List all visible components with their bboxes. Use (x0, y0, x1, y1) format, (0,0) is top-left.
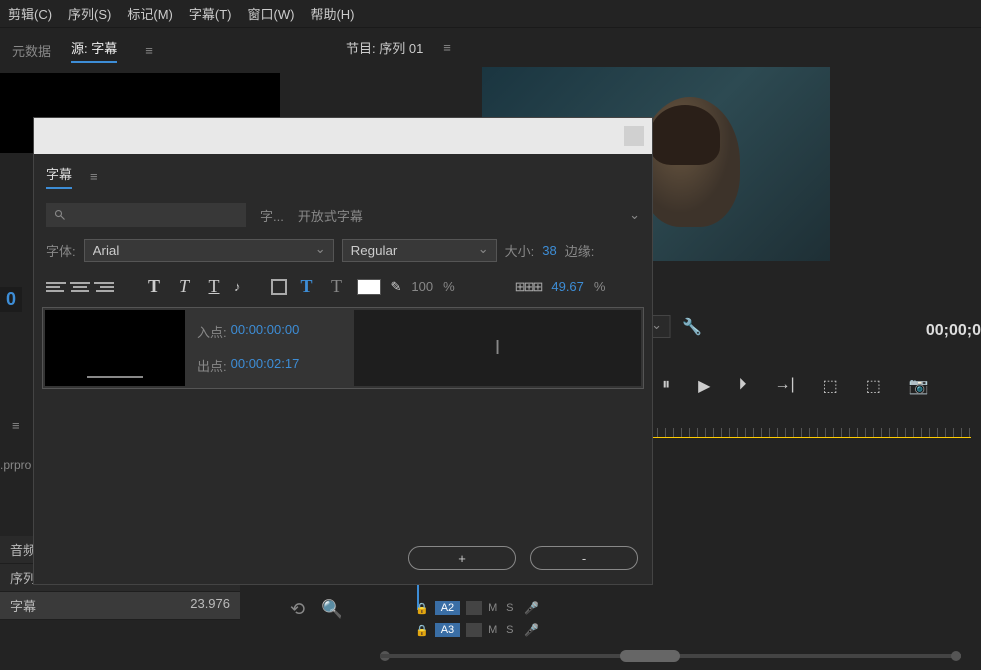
add-caption-button[interactable]: + (408, 546, 516, 570)
search-icon (54, 209, 66, 221)
text-outline-button[interactable]: T (327, 276, 347, 297)
project-panel-menu-icon[interactable]: ≡ (12, 418, 20, 433)
weight-select[interactable]: Regular (342, 239, 497, 262)
subtitle-titlebar[interactable] (34, 118, 652, 154)
caption-entry-row[interactable]: 入点: 00:00:00:00 出点: 00:00:02:17 I (42, 307, 644, 389)
wrench-icon[interactable]: 🔧 (682, 317, 702, 337)
tab-source[interactable]: 源: 字幕 (71, 38, 117, 63)
text-cursor-icon: I (495, 337, 501, 360)
lock-icon[interactable]: 🔒 (415, 602, 429, 615)
caption-type-label: 字... (260, 206, 284, 225)
overwrite-button[interactable]: ⬚ (866, 376, 881, 396)
solo-button[interactable]: S (506, 602, 518, 614)
menu-window[interactable]: 窗口(W) (248, 4, 295, 23)
align-left-button[interactable] (46, 277, 66, 297)
bold-button[interactable]: T (144, 276, 164, 297)
program-title: 节目: 序列 01 (346, 38, 423, 57)
voice-over-icon[interactable]: 🎤 (524, 623, 539, 637)
pause-button[interactable]: ⏸ (662, 376, 670, 396)
opacity-pct: % (443, 279, 455, 294)
sync-lock-icon[interactable] (466, 601, 482, 615)
export-frame-button[interactable]: 📷 (909, 376, 929, 396)
subtitle-editor-panel: 字幕 ≡ 字... 开放式字幕 ⌄ 字体: Arial Regular 大小: … (33, 117, 653, 585)
eyedropper-icon[interactable]: ✎ (391, 279, 402, 295)
menu-edit[interactable]: 剪辑(C) (8, 4, 52, 23)
solo-button[interactable]: S (506, 624, 518, 636)
size-value[interactable]: 38 (542, 243, 556, 258)
insert-button[interactable]: ⬚ (823, 376, 838, 396)
menu-marker[interactable]: 标记(M) (127, 4, 173, 23)
font-label: 字体: (46, 241, 76, 260)
opacity-value[interactable]: 100 (411, 279, 433, 294)
remove-caption-button[interactable]: - (530, 546, 638, 570)
background-box-button[interactable] (271, 279, 287, 295)
subtitle-panel-menu-icon[interactable]: ≡ (90, 169, 98, 184)
fill-color-swatch[interactable] (357, 279, 381, 295)
in-point-label: 入点: (197, 322, 227, 341)
subtitle-panel-title: 字幕 (46, 164, 72, 189)
out-point-label: 出点: (197, 356, 227, 375)
program-timecode: 00;00;0 (926, 322, 981, 340)
panel-menu-icon[interactable]: ≡ (145, 43, 153, 58)
size-label: 大小: (505, 241, 535, 260)
program-menu-icon[interactable]: ≡ (443, 40, 451, 55)
caption-type-value[interactable]: 开放式字幕 (298, 206, 363, 225)
align-right-button[interactable] (94, 277, 114, 297)
italic-button[interactable]: T (174, 276, 194, 297)
chevron-down-icon[interactable]: ⌄ (629, 207, 640, 223)
menu-sequence[interactable]: 序列(S) (68, 4, 111, 23)
step-fwd-button[interactable]: ⏵ (738, 376, 746, 396)
scroll-end-right[interactable] (951, 651, 961, 661)
bin-row-subtitle[interactable]: 字幕23.976 (0, 592, 240, 620)
underline-button[interactable]: T (204, 276, 224, 297)
source-timecode: 0 (0, 287, 22, 312)
caption-text-input[interactable]: I (354, 310, 641, 386)
font-select[interactable]: Arial (84, 239, 334, 262)
tab-metadata[interactable]: 元数据 (12, 41, 51, 60)
menu-bar: 剪辑(C) 序列(S) 标记(M) 字幕(T) 窗口(W) 帮助(H) (0, 0, 981, 28)
menu-help[interactable]: 帮助(H) (310, 4, 354, 23)
project-file-ext: .prpro (0, 458, 31, 472)
text-color-button[interactable]: T (297, 276, 317, 297)
out-point-value[interactable]: 00:00:02:17 (231, 356, 300, 375)
next-edit-button[interactable]: →| (775, 376, 795, 396)
caption-thumbnail[interactable] (45, 310, 185, 386)
sync-lock-icon[interactable] (466, 623, 482, 637)
lock-icon[interactable]: 🔒 (415, 624, 429, 637)
position-pct: % (594, 279, 606, 294)
search-input[interactable] (46, 203, 246, 227)
mute-button[interactable]: M (488, 624, 500, 636)
play-button[interactable]: ▶ (698, 376, 710, 396)
mute-button[interactable]: M (488, 602, 500, 614)
edge-label: 边缘: (565, 241, 595, 260)
track-headers: 🔒 A2 M S 🎤 🔒 A3 M S 🎤 (415, 598, 539, 640)
timeline-scrollbar[interactable] (380, 650, 961, 662)
edit-tool-icon[interactable]: ⟲ (290, 599, 305, 620)
voice-over-icon[interactable]: 🎤 (524, 601, 539, 615)
track-label-a2[interactable]: A2 (435, 601, 460, 615)
close-icon[interactable] (624, 126, 644, 146)
position-grid-icon[interactable]: ⊞⊞⊞ (515, 279, 542, 295)
track-label-a3[interactable]: A3 (435, 623, 460, 637)
in-point-value[interactable]: 00:00:00:00 (231, 322, 300, 341)
align-center-button[interactable] (70, 277, 90, 297)
music-note-icon[interactable]: ♪ (234, 279, 241, 294)
menu-subtitle[interactable]: 字幕(T) (189, 4, 232, 23)
position-value[interactable]: 49.67 (551, 279, 584, 294)
scroll-thumb[interactable] (620, 650, 680, 662)
